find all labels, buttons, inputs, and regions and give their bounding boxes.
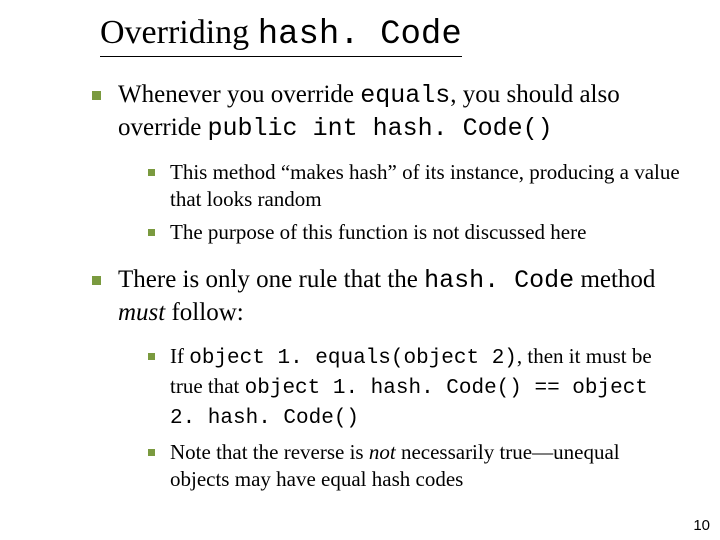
bullet-text: There is only one rule that the hash. Co… [118,266,655,326]
sub-bullet-text: Note that the reverse is not necessarily… [170,440,620,491]
sub-bullet-item: This method “makes hash” of its instance… [146,159,680,213]
slide: Overriding hash. Code Whenever you overr… [0,0,720,540]
sub-bullet-text: This method “makes hash” of its instance… [170,160,680,211]
sub-bullet-text: If object 1. equals(object 2), then it m… [170,344,652,428]
sub-bullet-item: If object 1. equals(object 2), then it m… [146,343,680,433]
title-code: hash. Code [258,16,462,54]
title-underline: Overriding hash. Code [100,14,462,57]
sub-bullet-text: The purpose of this function is not disc… [170,220,586,244]
sub-bullet-list: This method “makes hash” of its instance… [118,159,680,246]
title-text: Overriding [100,14,258,51]
bullet-text: Whenever you override equals, you should… [118,81,620,141]
bullet-item: There is only one rule that the hash. Co… [90,264,680,492]
slide-title: Overriding hash. Code [100,14,462,51]
sub-bullet-list: If object 1. equals(object 2), then it m… [118,343,680,492]
sub-bullet-item: Note that the reverse is not necessarily… [146,439,680,493]
bullet-item: Whenever you override equals, you should… [90,79,680,246]
sub-bullet-item: The purpose of this function is not disc… [146,219,680,246]
page-number: 10 [693,517,710,534]
bullet-list: Whenever you override equals, you should… [30,79,680,492]
